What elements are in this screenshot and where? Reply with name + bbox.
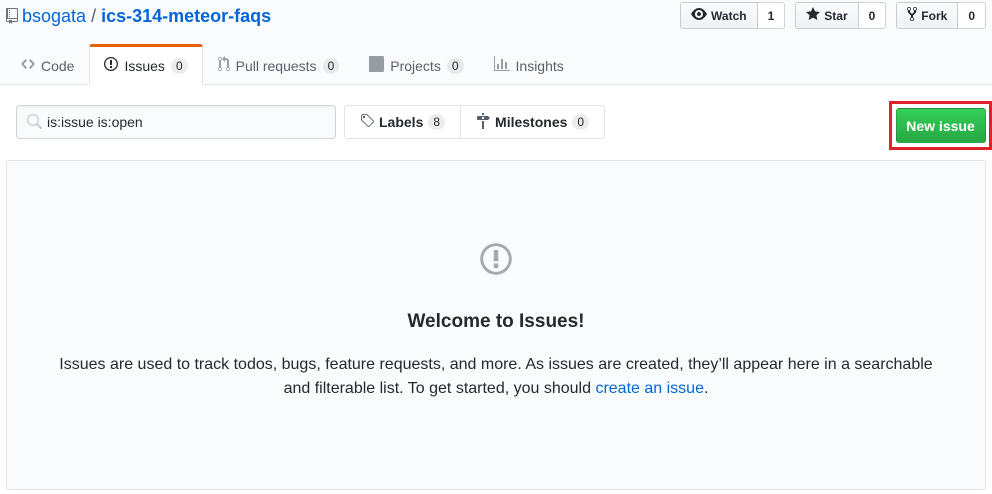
graph-icon — [493, 56, 510, 75]
star-icon — [806, 6, 821, 25]
issues-blankslate: Welcome to Issues! Issues are used to tr… — [6, 160, 986, 490]
eye-icon — [691, 6, 708, 25]
projects-counter: 0 — [446, 57, 464, 74]
blankslate-text: Issues are used to track todos, bugs, fe… — [47, 353, 945, 401]
watch-group: Watch 1 — [680, 2, 786, 29]
star-count[interactable]: 0 — [858, 2, 887, 29]
repo-header: bsogata / ics-314-meteor-faqs Watch 1 St… — [0, 0, 992, 85]
tab-insights[interactable]: Insights — [479, 44, 579, 85]
repo-forked-icon — [907, 6, 918, 25]
watch-label: Watch — [711, 8, 747, 23]
tab-label: Code — [41, 57, 75, 74]
tab-label: Projects — [390, 57, 441, 74]
fork-count[interactable]: 0 — [958, 2, 986, 29]
project-icon — [369, 56, 385, 75]
watch-count[interactable]: 1 — [757, 2, 786, 29]
issues-subnav: Labels 8 Milestones 0 New issue — [0, 85, 992, 160]
repo-actions: Watch 1 Star 0 Fork 0 — [680, 2, 986, 29]
repo-name-link[interactable]: ics-314-meteor-faqs — [101, 4, 271, 28]
labels-link[interactable]: Labels 8 — [344, 105, 462, 139]
labels-counter: 8 — [428, 114, 446, 130]
path-divider: / — [91, 6, 97, 26]
code-icon — [21, 56, 35, 75]
issues-search-input[interactable] — [17, 106, 335, 138]
issue-opened-icon — [478, 241, 514, 280]
blankslate-text-before: Issues are used to track todos, bugs, fe… — [59, 356, 933, 397]
star-button[interactable]: Star — [795, 2, 859, 29]
new-issue-button[interactable]: New issue — [895, 108, 986, 143]
repo-nav: Code Issues 0 Pull requests 0 Projects 0 — [6, 44, 579, 85]
repo-title: bsogata / ics-314-meteor-faqs — [6, 4, 271, 28]
fork-label: Fork — [921, 8, 948, 23]
tab-issues[interactable]: Issues 0 — [89, 44, 203, 85]
milestone-icon — [476, 112, 491, 132]
repo-owner-link[interactable]: bsogata — [22, 4, 86, 28]
watch-button[interactable]: Watch — [680, 2, 758, 29]
milestones-counter: 0 — [572, 114, 590, 130]
create-issue-link[interactable]: create an issue — [595, 380, 704, 397]
star-group: Star 0 — [795, 2, 887, 29]
tab-label: Insights — [515, 57, 564, 74]
tab-label: Issues — [124, 57, 165, 74]
repo-icon — [6, 8, 18, 24]
tab-code[interactable]: Code — [6, 44, 89, 85]
labels-label: Labels — [379, 114, 424, 130]
search-icon — [26, 114, 42, 133]
tab-label: Pull requests — [235, 57, 317, 74]
milestones-label: Milestones — [495, 114, 568, 130]
fork-button[interactable]: Fork — [896, 2, 959, 29]
blankslate-text-after: . — [703, 380, 709, 397]
tag-icon — [360, 113, 375, 132]
new-issue-highlight: New issue — [889, 101, 992, 150]
issues-counter: 0 — [170, 57, 188, 74]
tab-projects[interactable]: Projects 0 — [354, 44, 478, 85]
pull-requests-counter: 0 — [322, 57, 340, 74]
git-pull-request-icon — [217, 56, 230, 75]
blankslate-title: Welcome to Issues! — [407, 311, 585, 332]
tab-pull-requests[interactable]: Pull requests 0 — [203, 44, 355, 85]
issues-search — [16, 105, 336, 139]
fork-group: Fork 0 — [896, 2, 986, 29]
milestones-link[interactable]: Milestones 0 — [461, 105, 606, 139]
star-label: Star — [824, 8, 848, 23]
issue-opened-icon — [104, 56, 119, 75]
subnav-links: Labels 8 Milestones 0 — [344, 105, 606, 139]
